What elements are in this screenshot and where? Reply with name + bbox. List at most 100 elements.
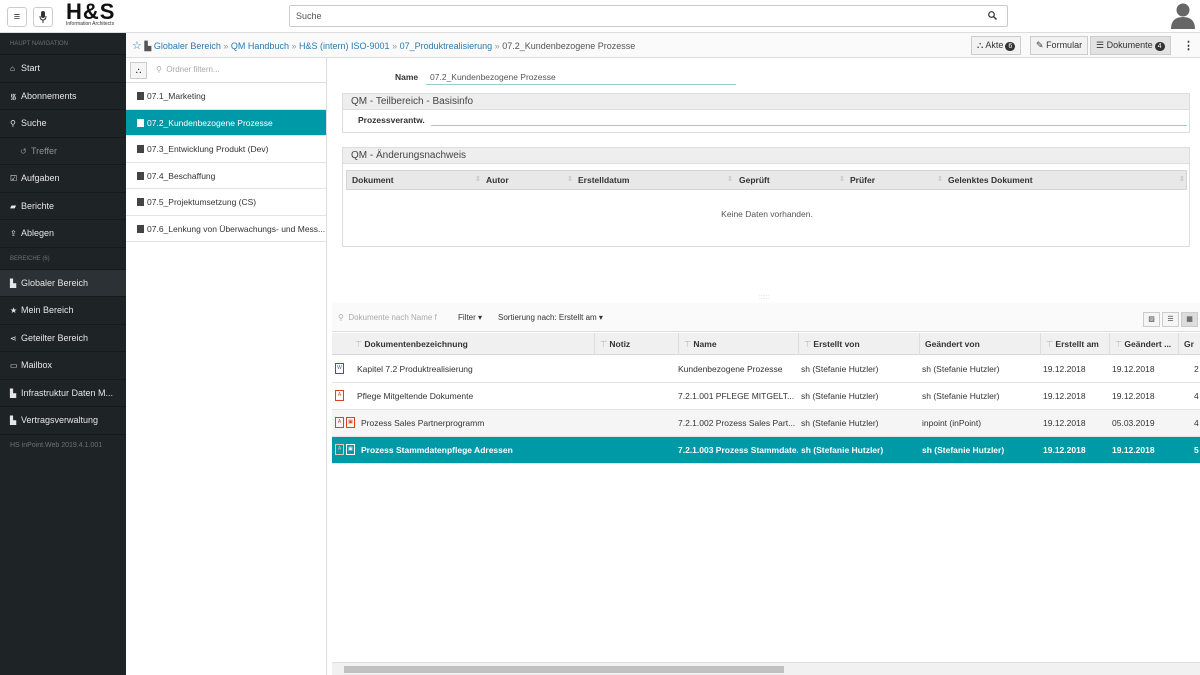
sidebar-header-nav: HAUPT NAVIGATION bbox=[0, 33, 126, 55]
cell-geaendert-von: sh (Stefanie Hutzler) bbox=[922, 391, 1000, 401]
folder-item[interactable]: 07.6_Lenkung von Überwachungs- und Mess.… bbox=[126, 216, 326, 242]
tab-formular[interactable]: ✎ Formular bbox=[1030, 36, 1089, 55]
sidebar-item-label: Abonnements bbox=[21, 90, 77, 101]
sidebar-item-label: Treffer bbox=[31, 145, 58, 156]
pdf-file-icon: A bbox=[335, 390, 344, 401]
folder-item[interactable]: 07.4_Beschaffung bbox=[126, 163, 326, 189]
list-view-icon[interactable]: ☰ bbox=[1162, 312, 1179, 327]
sidebar-item-vertragsverwaltung[interactable]: ▙ Vertragsverwaltung bbox=[0, 407, 126, 435]
sidebar-item-mein-bereich[interactable]: ★ Mein Bereich bbox=[0, 297, 126, 325]
sidebar-item-berichte[interactable]: ▰ Berichte bbox=[0, 193, 126, 220]
column-header[interactable]: Gr bbox=[1178, 333, 1200, 355]
tab-akte[interactable]: ⛬ Akte 6 bbox=[971, 36, 1022, 55]
column-header[interactable]: Autor bbox=[486, 171, 509, 189]
column-header[interactable]: Geändert von bbox=[919, 333, 1040, 355]
table-row[interactable]: A Pflege Mitgeltende Dokumente 7.2.1.001… bbox=[332, 383, 1200, 410]
filter-icon: ⊤ bbox=[804, 339, 812, 349]
column-header[interactable]: Gelenktes Dokument bbox=[948, 171, 1033, 189]
folder-label: 07.2_Kundenbezogene Prozesse bbox=[147, 117, 273, 128]
sidebar-item-treffer[interactable]: ↺ Treffer bbox=[0, 138, 126, 165]
sidebar-item-globaler-bereich[interactable]: ▙ Globaler Bereich bbox=[0, 269, 126, 297]
folder-item[interactable]: 07.5_Projektumsetzung (CS) bbox=[126, 189, 326, 216]
sidebar-item-ablegen[interactable]: ⇪ Ablegen bbox=[0, 220, 126, 248]
sidebar-item-suche[interactable]: ⚲ Suche bbox=[0, 110, 126, 138]
column-header[interactable]: Dokument bbox=[352, 171, 394, 189]
column-label: Notiz bbox=[609, 339, 631, 349]
pdf-file-icon: A bbox=[335, 444, 344, 455]
sort-dropdown[interactable]: Sortierung nach: Erstellt am ▾ bbox=[498, 313, 603, 322]
sidebar-item-aufgaben[interactable]: ☑ Aufgaben bbox=[0, 165, 126, 193]
folder-item[interactable]: 07.1_Marketing bbox=[126, 83, 326, 110]
breadcrumb-separator: » bbox=[223, 41, 229, 51]
check-icon: ☑ bbox=[10, 174, 18, 183]
column-header[interactable]: ⊤ Erstellt am bbox=[1040, 333, 1109, 355]
folder-icon bbox=[137, 171, 144, 180]
top-bar: ≡ H&S Information Architects Suche bbox=[0, 0, 1200, 33]
folder-filter-input[interactable]: ⚲ Ordner filtern... bbox=[156, 65, 220, 74]
column-header[interactable]: ⊤ Erstellt von bbox=[798, 333, 919, 355]
tab-dokumente[interactable]: ☰ Dokumente 4 bbox=[1090, 36, 1171, 55]
cell-name: Kundenbezogene Prozesse bbox=[678, 364, 783, 374]
sidebar-item-mailbox[interactable]: ▭ Mailbox bbox=[0, 352, 126, 380]
breadcrumb-item[interactable]: H&S (intern) ISO-9001 bbox=[299, 41, 390, 51]
horizontal-scrollbar[interactable] bbox=[332, 662, 1200, 675]
column-header[interactable]: ⊤ Geändert ... bbox=[1109, 333, 1178, 355]
scrollbar-thumb[interactable] bbox=[344, 666, 784, 673]
column-header[interactable]: Erstelldatum bbox=[578, 171, 630, 189]
search-input[interactable]: Suche bbox=[289, 5, 1008, 27]
sidebar-item-geteilter-bereich[interactable]: ⋖ Geteilter Bereich bbox=[0, 325, 126, 352]
column-header[interactable]: Prüfer bbox=[850, 171, 875, 189]
folder-item[interactable]: 07.2_Kundenbezogene Prozesse bbox=[126, 109, 326, 136]
more-options-icon[interactable]: ⋮ bbox=[1183, 39, 1194, 52]
table-row[interactable]: A ▣ Prozess Stammdatenpflege Adressen 7.… bbox=[332, 437, 1200, 464]
sort-icon[interactable]: ⇕ bbox=[727, 171, 733, 189]
name-field[interactable]: 07.2_Kundenbezogene Prozesse bbox=[426, 68, 736, 85]
prozessverantw-field[interactable] bbox=[431, 125, 1187, 126]
breadcrumb-separator: » bbox=[291, 41, 297, 51]
cell-geaendert-am: 19.12.2018 bbox=[1112, 445, 1155, 455]
sort-icon[interactable]: ⇕ bbox=[937, 171, 943, 189]
sort-icon[interactable]: ⇕ bbox=[839, 171, 845, 189]
folder-icon bbox=[137, 118, 144, 127]
folder-panel: ⛬ ⚲ Ordner filtern... 07.1_Marketing 07.… bbox=[126, 58, 327, 675]
main-area: ☆ ▙ Globaler Bereich » QM Handbuch » H&S… bbox=[126, 33, 1200, 675]
column-header[interactable]: ⊤ Notiz bbox=[594, 333, 678, 355]
sort-icon[interactable]: ⇕ bbox=[567, 171, 573, 189]
sidebar-item-label: Geteilter Bereich bbox=[21, 332, 89, 343]
folder-item[interactable]: 07.3_Entwicklung Produkt (Dev) bbox=[126, 136, 326, 163]
splitter-handle[interactable]: :::::: bbox=[328, 295, 1200, 303]
folder-icon bbox=[137, 224, 144, 233]
tree-view-button[interactable]: ⛬ bbox=[130, 62, 147, 79]
table-row[interactable]: W Kapitel 7.2 Produktrealisierung Kunden… bbox=[332, 356, 1200, 383]
breadcrumb-item[interactable]: QM Handbuch bbox=[231, 41, 289, 51]
star-icon[interactable]: ☆ bbox=[132, 40, 142, 52]
folder-label: 07.3_Entwicklung Produkt (Dev) bbox=[147, 144, 269, 154]
table-row[interactable]: A ▣ Prozess Sales Partnerprogramm 7.2.1.… bbox=[332, 410, 1200, 437]
filter-dropdown[interactable]: Filter ▾ bbox=[458, 313, 482, 322]
sort-icon[interactable]: ⇕ bbox=[1179, 171, 1185, 189]
microphone-icon[interactable] bbox=[33, 7, 53, 27]
search-icon[interactable] bbox=[988, 11, 997, 23]
sidebar-item-start[interactable]: ⌂ Start bbox=[0, 55, 126, 83]
cell-erstellt-am: 19.12.2018 bbox=[1043, 445, 1086, 455]
column-header[interactable]: ⊤ Dokumentenbezeichnung bbox=[350, 333, 594, 355]
cell-erstellt-am: 19.12.2018 bbox=[1043, 418, 1086, 428]
table-view-icon[interactable]: ▦ bbox=[1181, 312, 1198, 327]
cell-name: 7.2.1.002 Prozess Sales Part... bbox=[678, 418, 796, 428]
cell-erstellt-am: 19.12.2018 bbox=[1043, 391, 1086, 401]
user-icon[interactable] bbox=[1170, 2, 1196, 30]
book-icon: ▰ bbox=[10, 201, 17, 211]
cell-bezeichnung: Pflege Mitgeltende Dokumente bbox=[357, 391, 474, 401]
column-header[interactable]: ⊤ Name bbox=[678, 333, 798, 355]
sidebar-item-infrastruktur[interactable]: ▙ Infrastruktur Daten M... bbox=[0, 380, 126, 407]
image-view-icon[interactable]: ▨ bbox=[1143, 312, 1160, 327]
breadcrumb-item[interactable]: Globaler Bereich bbox=[154, 41, 221, 51]
search-icon: ⚲ bbox=[156, 65, 162, 74]
sidebar-item-abonnements[interactable]: ᯾ Abonnements bbox=[0, 83, 126, 110]
sort-icon[interactable]: ⇕ bbox=[475, 171, 481, 189]
breadcrumb-item[interactable]: 07_Produktrealisierung bbox=[400, 41, 493, 51]
hamburger-icon[interactable]: ≡ bbox=[7, 7, 27, 27]
cell-erstellt-von: sh (Stefanie Hutzler) bbox=[801, 445, 884, 455]
column-header[interactable]: Geprüft bbox=[739, 171, 770, 189]
document-search-input[interactable]: ⚲ Dokumente nach Name f bbox=[338, 313, 437, 322]
